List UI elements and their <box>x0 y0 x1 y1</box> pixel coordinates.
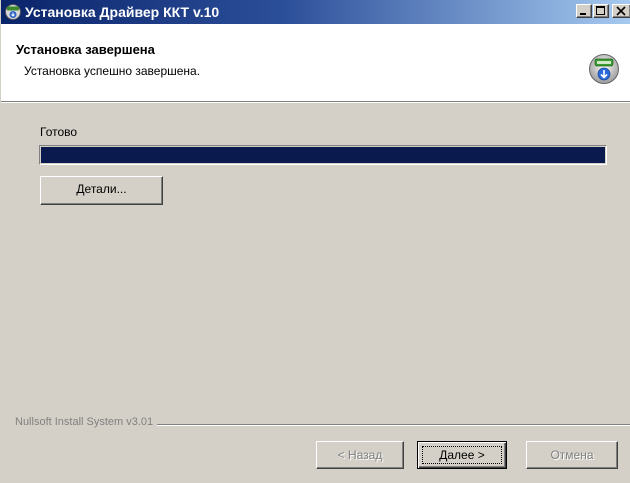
window-title: Установка Драйвер ККТ v.10 <box>25 4 220 20</box>
progress-fill <box>41 147 605 163</box>
next-button[interactable]: Далее > <box>417 441 507 469</box>
title-bar[interactable]: Установка Драйвер ККТ v.10 <box>1 0 630 24</box>
close-button[interactable] <box>612 4 630 18</box>
next-button-label: Далее > <box>439 448 485 462</box>
header-panel: Установка завершена Установка успешно за… <box>1 24 630 103</box>
maximize-button[interactable] <box>593 4 609 18</box>
cancel-button[interactable]: Отмена <box>526 441 618 469</box>
installer-window: Установка Драйвер ККТ v.10 Установка зав… <box>0 0 630 483</box>
back-button-label: < Назад <box>337 448 383 462</box>
details-button[interactable]: Детали... <box>40 176 163 205</box>
details-button-label: Детали... <box>76 182 127 196</box>
minimize-button[interactable] <box>576 4 592 18</box>
status-label: Готово <box>40 125 78 139</box>
close-icon <box>616 6 626 16</box>
install-disk-icon <box>588 53 620 85</box>
page-title: Установка завершена <box>16 42 155 57</box>
back-button[interactable]: < Назад <box>316 441 404 469</box>
page-subtitle: Установка успешно завершена. <box>24 64 201 78</box>
installer-icon <box>4 3 22 21</box>
progress-bar <box>39 145 607 165</box>
cancel-button-label: Отмена <box>550 448 594 462</box>
branding-text: Nullsoft Install System v3.01 <box>15 416 158 428</box>
